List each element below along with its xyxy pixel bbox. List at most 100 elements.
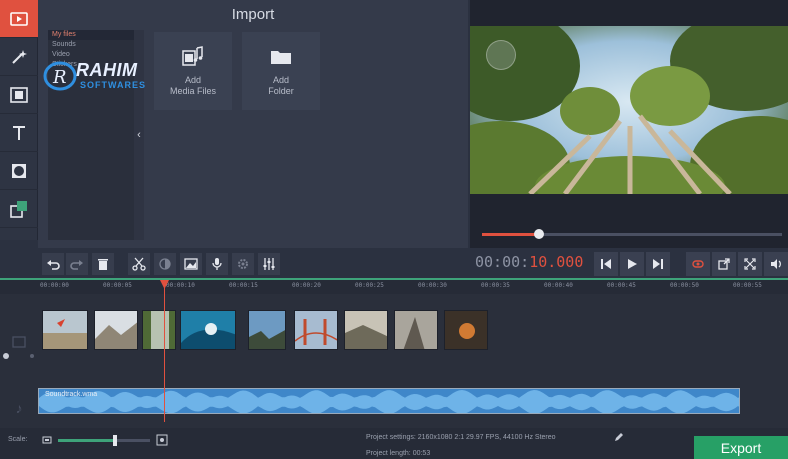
color-icon [159,258,171,270]
filters-tool-button[interactable] [0,38,38,76]
undo-button[interactable] [42,253,64,275]
scale-slider-handle[interactable] [113,435,118,446]
chevron-left-icon: ‹ [137,129,141,141]
add-folder-button[interactable]: Add Folder [242,32,320,110]
clip-properties-button[interactable] [232,253,254,275]
audio-waveform [39,390,739,413]
video-track-icon [12,336,26,348]
video-clip[interactable] [180,310,236,350]
fullscreen-button[interactable] [738,252,762,276]
video-clip[interactable] [394,310,438,350]
video-clip[interactable] [444,310,488,350]
video-clip[interactable] [94,310,138,350]
preview-progress-handle[interactable] [534,229,544,239]
audio-clip[interactable]: Soundtrack.wma [38,388,740,414]
scissors-icon [132,257,146,271]
video-icon [10,11,28,26]
project-settings-label: Project settings: [366,434,416,441]
titles-tool-button[interactable] [0,114,38,152]
overlay-icon [12,163,26,178]
logo-emblem-icon: R [43,61,77,91]
color-adjust-button[interactable] [154,253,176,275]
record-audio-button[interactable] [206,253,228,275]
undo-icon [47,260,60,270]
skip-forward-button[interactable] [646,252,670,276]
trash-icon [98,259,108,270]
stickers-tool-button[interactable] [0,152,38,190]
watermark-line2: SOFTWARES [80,80,147,90]
status-bar: Scale: Project settings: 2160x1080 2:1 2… [0,428,788,459]
video-clip[interactable] [142,310,176,350]
text-icon [13,125,25,140]
webcam-icon [692,260,704,268]
add-media-files-button[interactable]: Add Media Files [154,32,232,110]
transitions-tool-button[interactable] [0,76,38,114]
media-files-icon [182,46,203,66]
add-media-line2: Media Files [169,86,216,96]
import-panel: Import My files Sounds Video Stickers ‹ … [38,0,468,248]
pencil-icon[interactable] [614,432,624,442]
import-tool-button[interactable] [0,0,38,38]
zoom-in-icon[interactable] [156,434,168,446]
timecode-value: 10.000 [529,253,584,271]
watermark-logo: R RAHIM SOFTWARES [40,52,160,96]
ruler-tick: 00:00:40 [544,282,573,289]
video-clip[interactable] [294,310,338,350]
crop-button[interactable] [180,253,202,275]
ruler-tick: 00:00:20 [292,282,321,289]
music-note-icon: ♪ [15,400,23,416]
equalizer-button[interactable] [258,253,280,275]
preview-progress-bar[interactable] [482,229,782,239]
project-settings: Project settings: 2160x1080 2:1 29.97 FP… [366,434,556,441]
ruler-tick: 00:00:10 [166,282,195,289]
forest-canopy-image [470,26,788,194]
ruler-tick: 00:00:05 [103,282,132,289]
filmstrip-icon [10,86,28,103]
delete-button[interactable] [92,253,114,275]
volume-icon [771,259,781,269]
editing-toolbar: 00:00:10.000 [38,250,788,278]
callouts-tool-button[interactable] [0,190,38,228]
export-button[interactable]: Export [694,436,788,459]
timeline: ♪ Soundtrack.wma [0,294,788,428]
callout-icon [10,200,27,218]
ruler-tick: 00:00:15 [229,282,258,289]
image-icon [184,258,198,270]
video-editor-window: Import My files Sounds Video Stickers ‹ … [0,0,788,459]
ruler-tick: 00:00:50 [670,282,699,289]
ruler-tick: 00:00:25 [355,282,384,289]
redo-button[interactable] [66,253,88,275]
play-button[interactable] [620,252,644,276]
category-my-files[interactable]: My files [48,30,144,40]
track-lock-icon[interactable] [2,352,38,360]
pan-zoom-control[interactable] [486,40,516,70]
cut-button[interactable] [128,253,150,275]
svg-text:R: R [52,67,67,88]
category-sounds[interactable]: Sounds [48,40,144,50]
ruler-tick: 00:00:30 [418,282,447,289]
tool-rail [0,0,38,240]
playhead[interactable] [164,280,165,422]
timeline-ruler[interactable]: 00:00:00 00:00:05 00:00:10 00:00:15 00:0… [0,278,788,294]
zoom-out-icon[interactable] [42,435,52,445]
ruler-tick: 00:00:00 [40,282,69,289]
skip-forward-icon [653,259,663,269]
video-clip[interactable] [42,310,88,350]
video-track-label [4,332,34,352]
add-folder-line1: Add [272,75,289,85]
play-icon [628,259,637,269]
gear-icon [238,259,248,269]
webcam-capture-button[interactable] [686,252,710,276]
video-preview [470,26,788,194]
project-length-value: 00:53 [412,450,431,457]
video-clip[interactable] [344,310,388,350]
share-icon [718,258,730,270]
volume-button[interactable] [764,252,788,276]
skip-back-button[interactable] [594,252,618,276]
video-clip[interactable] [248,310,286,350]
ruler-tick: 00:00:35 [481,282,510,289]
add-folder-line2: Folder [268,86,294,96]
watermark-line1: RAHIM [76,60,138,80]
scale-label: Scale: [8,436,28,443]
detach-preview-button[interactable] [712,252,736,276]
